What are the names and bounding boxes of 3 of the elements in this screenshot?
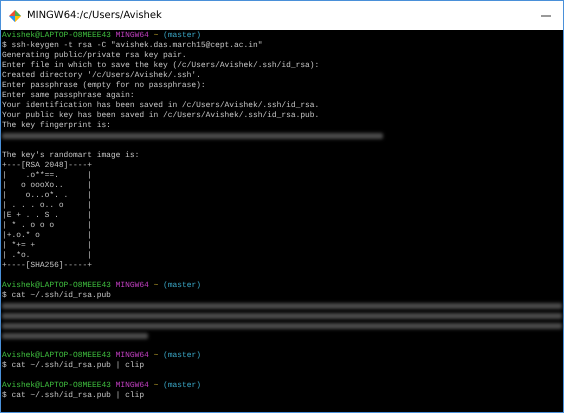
minimize-icon[interactable]: [541, 14, 551, 16]
app-icon: [9, 10, 21, 22]
window-title: MINGW64:/c/Users/Avishek: [27, 10, 163, 21]
